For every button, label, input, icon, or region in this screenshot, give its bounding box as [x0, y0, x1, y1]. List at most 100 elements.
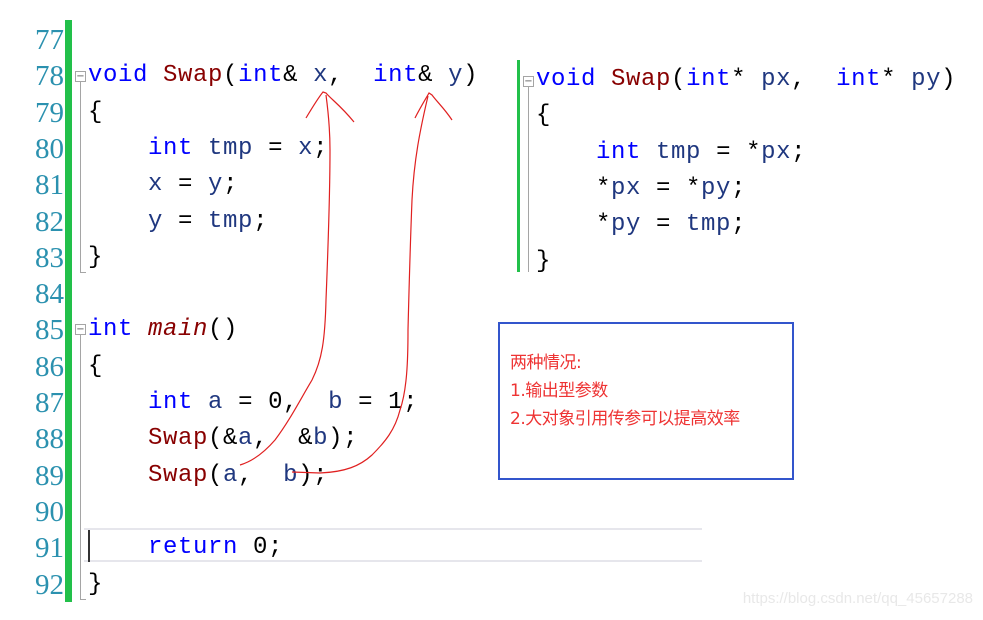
punctuation-token: (): [208, 316, 239, 344]
variable-token: y: [208, 171, 224, 199]
line-number: 92: [35, 568, 64, 601]
punctuation-token: [88, 135, 148, 162]
keyword-token: return: [148, 534, 239, 562]
punctuation-token: &: [418, 62, 449, 90]
punctuation-token: = 1;: [343, 389, 419, 416]
punctuation-token: (: [208, 461, 224, 489]
keyword-token: int: [88, 316, 134, 344]
punctuation-token: =: [163, 207, 209, 235]
keyword-token: int: [596, 138, 642, 166]
function-token: Swap: [163, 62, 224, 90]
punctuation-token: ,: [328, 62, 374, 90]
keyword-token: void: [536, 66, 597, 93]
watermark: https://blog.csdn.net/qq_45657288: [742, 590, 973, 607]
variable-token: tmp: [208, 207, 254, 235]
punctuation-token: =: [253, 134, 299, 162]
note-title: 两种情况:: [510, 353, 582, 373]
punctuation-token: [88, 208, 148, 235]
punctuation-token: );: [328, 425, 359, 453]
variable-token: y: [448, 62, 464, 90]
line-number: 83: [35, 241, 64, 274]
line-number: 79: [35, 96, 64, 129]
keyword-token: int: [836, 66, 882, 93]
punctuation-token: *: [536, 174, 612, 202]
variable-token: x: [313, 62, 329, 90]
fold-end-main: [80, 599, 86, 600]
code-line: Swap(&a, &b);: [88, 421, 358, 457]
variable-token: x: [298, 134, 314, 162]
variable-token: a: [238, 425, 254, 453]
variable-token: tmp: [656, 138, 702, 166]
punctuation-token: [133, 316, 148, 343]
code-line: Swap(a, b);: [88, 458, 328, 494]
punctuation-token: }: [536, 247, 552, 275]
function-token: Swap: [611, 66, 672, 93]
punctuation-token: *: [536, 211, 612, 239]
left-change-bar: [65, 20, 72, 602]
line-number: 86: [35, 350, 64, 383]
fold-toggle-main[interactable]: −: [75, 324, 86, 335]
arrowhead-y: [414, 92, 453, 121]
fold-toggle-swap-ptr[interactable]: −: [523, 76, 534, 87]
punctuation-token: ): [463, 62, 479, 90]
code-line: }: [88, 567, 103, 603]
punctuation-token: [88, 534, 148, 561]
punctuation-token: (: [671, 66, 687, 93]
punctuation-token: {: [88, 98, 104, 126]
punctuation-token: {: [536, 102, 552, 130]
code-line: int tmp = x;: [88, 131, 328, 167]
variable-token: a: [208, 389, 224, 416]
function-token: main: [148, 316, 209, 344]
variable-token: b: [313, 425, 329, 453]
fold-toggle-swap-ref[interactable]: −: [75, 71, 86, 82]
punctuation-token: &: [283, 62, 314, 90]
variable-token: tmp: [208, 134, 254, 162]
line-number: 91: [35, 532, 64, 565]
punctuation-token: = *: [701, 138, 762, 166]
line-number: 89: [35, 459, 64, 492]
punctuation-token: =: [641, 211, 687, 239]
line-number: 84: [35, 278, 64, 311]
punctuation-token: {: [88, 352, 104, 380]
note-box: 两种情况: 1.输出型参数 2.大对象引用传参可以提高效率: [498, 322, 794, 480]
punctuation-token: [193, 389, 208, 416]
punctuation-token: (&: [208, 425, 239, 453]
punctuation-token: }: [88, 570, 104, 598]
line-number: 80: [35, 132, 64, 165]
note-item-output-param: 1.输出型参数: [510, 381, 608, 401]
punctuation-token: [88, 171, 148, 198]
variable-token: py: [611, 211, 642, 239]
punctuation-token: [536, 139, 596, 166]
keyword-token: int: [373, 62, 419, 90]
punctuation-token: = *: [641, 174, 702, 202]
line-number: 77: [35, 24, 64, 56]
line-number: 87: [35, 387, 64, 419]
fold-guide-swap-ptr: [528, 87, 529, 272]
snippet-code-line: }: [536, 244, 551, 280]
punctuation-token: [88, 425, 148, 452]
punctuation-token: ,: [791, 66, 837, 93]
punctuation-token: ;: [731, 211, 747, 239]
variable-token: y: [148, 207, 164, 235]
snippet-code-line: {: [536, 98, 551, 134]
punctuation-token: 0;: [238, 534, 284, 562]
punctuation-token: [88, 389, 148, 416]
line-number: 85: [35, 314, 64, 347]
punctuation-token: , &: [253, 425, 314, 453]
punctuation-token: ;: [313, 134, 329, 162]
snippet-code-line: int tmp = *px;: [536, 135, 806, 171]
arrowhead-x: [305, 91, 355, 123]
keyword-token: void: [88, 62, 149, 90]
punctuation-token: ;: [223, 171, 239, 199]
fold-end-swap-ref: [80, 272, 86, 273]
variable-token: b: [283, 461, 299, 489]
punctuation-token: ;: [731, 174, 747, 202]
punctuation-token: [641, 139, 656, 166]
punctuation-token: ;: [791, 138, 807, 166]
right-change-bar: [517, 60, 520, 272]
punctuation-token: }: [88, 243, 104, 271]
snippet-code-line: void Swap(int* px, int* py): [536, 62, 956, 98]
snippet-code-line: *px = *py;: [536, 171, 746, 207]
code-line: return 0;: [88, 530, 283, 566]
variable-token: tmp: [686, 211, 732, 239]
